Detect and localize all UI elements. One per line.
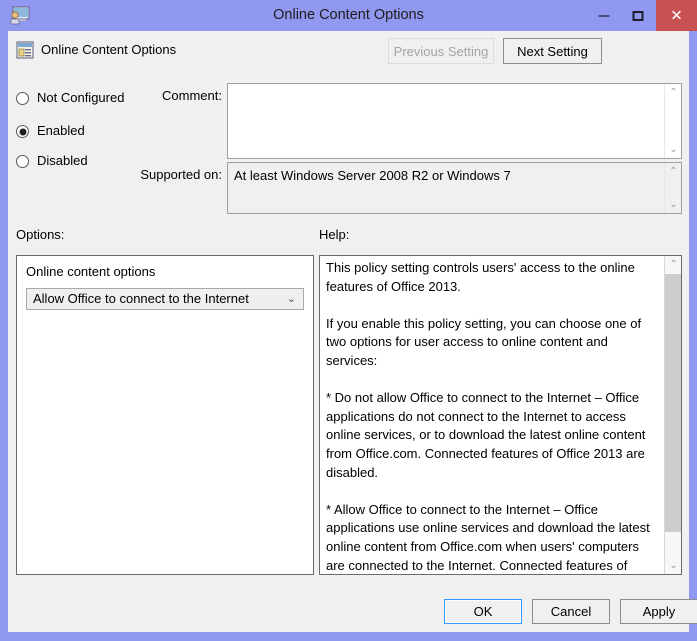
- minimize-button[interactable]: [588, 0, 620, 31]
- radio-disabled-label: Disabled: [37, 153, 88, 168]
- help-text: This policy setting controls users' acce…: [326, 260, 650, 573]
- help-scrollbar-thumb[interactable]: [665, 274, 681, 532]
- apply-button[interactable]: Apply: [620, 599, 697, 624]
- ok-button[interactable]: OK: [444, 599, 522, 624]
- dropdown-selected-value: Allow Office to connect to the Internet: [33, 291, 249, 306]
- scroll-down-icon[interactable]: ⌄: [665, 557, 681, 574]
- policy-setting-dialog: Online Content Options ✕ Online Content …: [0, 0, 697, 641]
- online-content-options-label: Online content options: [26, 264, 156, 279]
- comment-label: Comment:: [162, 88, 222, 103]
- setting-header: Online Content Options Previous Setting …: [8, 31, 689, 71]
- next-setting-button[interactable]: Next Setting: [503, 38, 602, 64]
- help-section-label: Help:: [319, 227, 350, 242]
- radio-enabled-mark: [16, 125, 29, 138]
- supported-on-label: Supported on:: [140, 167, 222, 182]
- maximize-button[interactable]: [622, 0, 654, 31]
- radio-not-configured-mark: [16, 92, 29, 105]
- maximize-icon: [632, 10, 644, 21]
- scroll-down-icon[interactable]: ⌄: [665, 141, 682, 158]
- options-section-label: Options:: [16, 227, 65, 242]
- help-panel: This policy setting controls users' acce…: [319, 255, 682, 575]
- close-button[interactable]: ✕: [656, 0, 697, 31]
- radio-disabled-mark: [16, 155, 29, 168]
- help-scrollbar[interactable]: ⌃ ⌄: [664, 256, 681, 574]
- scroll-up-icon[interactable]: ⌃: [665, 84, 682, 101]
- setting-name: Online Content Options: [41, 42, 177, 57]
- online-content-options-dropdown[interactable]: Allow Office to connect to the Internet …: [26, 288, 304, 310]
- title-bar: Online Content Options ✕: [0, 0, 697, 31]
- chevron-down-icon: ⌄: [286, 292, 296, 305]
- dialog-client-area: Online Content Options Previous Setting …: [8, 31, 697, 632]
- supported-on-value: At least Windows Server 2008 R2 or Windo…: [234, 168, 511, 183]
- scroll-up-icon[interactable]: ⌃: [665, 256, 681, 273]
- supported-on-scrollbar[interactable]: ⌃ ⌄: [664, 163, 681, 213]
- radio-enabled-label: Enabled: [37, 123, 85, 138]
- minimize-icon: [598, 14, 610, 17]
- policy-setting-icon: [16, 41, 34, 59]
- supported-on-textbox: At least Windows Server 2008 R2 or Windo…: [227, 162, 682, 214]
- scroll-up-icon[interactable]: ⌃: [665, 163, 682, 180]
- options-panel: Online content options Allow Office to c…: [16, 255, 314, 575]
- previous-setting-button[interactable]: Previous Setting: [388, 38, 494, 64]
- comment-textbox[interactable]: ⌃ ⌄: [227, 83, 682, 159]
- comment-scrollbar[interactable]: ⌃ ⌄: [664, 84, 681, 158]
- scroll-down-icon[interactable]: ⌄: [665, 196, 682, 213]
- close-icon: ✕: [670, 6, 683, 24]
- cancel-button[interactable]: Cancel: [532, 599, 610, 624]
